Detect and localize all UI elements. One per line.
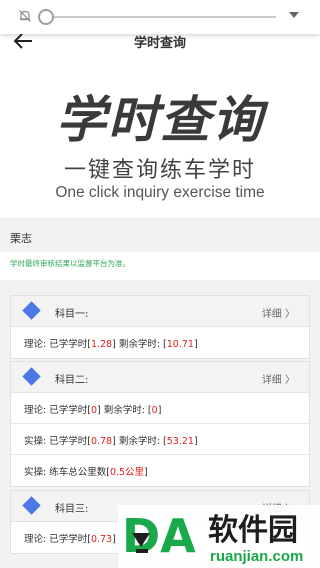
subject-name: 科目三: [55, 504, 89, 515]
learned-hours: 0.78 [90, 436, 113, 447]
hours-row: 理论: 已学学时[0] 剩余学时: [0] [11, 393, 309, 424]
total-km: 0.5公里 [109, 467, 145, 478]
row-label: 理论: 已学学时[ [24, 405, 91, 416]
row-label: 实操: 练车总公里数[ [24, 467, 110, 478]
hours-row: 理论: 已学学时[1.28] 剩余学时: [10.71] [11, 327, 309, 358]
row-label: ] [144, 467, 148, 478]
banner-subtitle: 一键查询练车学时 [63, 158, 256, 183]
row-label: 理论: 已学学时[ [24, 534, 91, 545]
subject-name: 科目一: [55, 309, 89, 320]
learned-hours: 1.28 [90, 339, 113, 350]
subject-card-1: 科目一: 详细 〉 理论: 已学学时[1.28] 剩余学时: [10.71] [10, 295, 310, 359]
subject-card-2: 科目二: 详细 〉 理论: 已学学时[0] 剩余学时: [0] 实操: 已学学时… [10, 361, 310, 487]
row-label: ] 剩余学时: [ [96, 405, 152, 416]
volume-slider-track[interactable] [46, 16, 276, 18]
volume-slider-thumb[interactable] [38, 9, 54, 25]
row-label: ] [193, 339, 198, 350]
banner-english: One click inquiry exercise time [55, 184, 265, 201]
notice-text: 学时最终审核结果以监督平台为准。 [10, 259, 130, 268]
row-label: ] [193, 436, 198, 447]
bell-off-icon[interactable] [18, 9, 32, 23]
subject-name: 科目二: [55, 375, 89, 386]
diamond-icon [22, 301, 41, 320]
row-label: ] 剩余学时: [ [112, 339, 167, 350]
watermark-url: ruanjian.com [210, 548, 303, 565]
row-label: ] 剩余学时: [ [112, 436, 167, 447]
volume-panel [0, 0, 320, 34]
subject-header[interactable]: 科目二: 详细 〉 [11, 362, 309, 393]
row-label: ] [157, 405, 162, 416]
km-row: 实操: 练车总公里数[0.5公里] [11, 455, 309, 486]
remaining-hours: 53.21 [166, 436, 194, 447]
page-title: 学时查询 [133, 36, 186, 51]
detail-link[interactable]: 详细 〉 [262, 305, 295, 320]
student-name: 栗志 [10, 232, 32, 245]
row-label: 理论: 已学学时[ [24, 339, 91, 350]
learned-hours: 0.73 [90, 534, 113, 545]
watermark-cn: 软件园 [208, 513, 298, 548]
hours-row: 实操: 已学学时[0.78] 剩余学时: [53.21] [11, 424, 309, 455]
remaining-hours: 10.71 [166, 339, 194, 350]
diamond-icon [22, 496, 41, 515]
row-label: 实操: 已学学时[ [24, 436, 91, 447]
notice-bar: 学时最终审核结果以监督平台为准。 [0, 252, 320, 280]
diamond-icon [22, 367, 41, 386]
chevron-down-icon[interactable] [289, 12, 299, 18]
banner-title: 学时查询 [56, 91, 264, 149]
detail-link[interactable]: 详细 〉 [262, 371, 295, 386]
banner: 学时查询 一键查询练车学时 One click inquiry exercise… [0, 60, 320, 218]
watermark-da: DA [122, 509, 196, 563]
subject-header[interactable]: 科目一: 详细 〉 [11, 296, 309, 327]
student-bar: 栗志 [0, 222, 320, 252]
watermark-logo: DA 软件园 ruanjian.com [118, 505, 320, 568]
row-label: ] [112, 534, 116, 545]
